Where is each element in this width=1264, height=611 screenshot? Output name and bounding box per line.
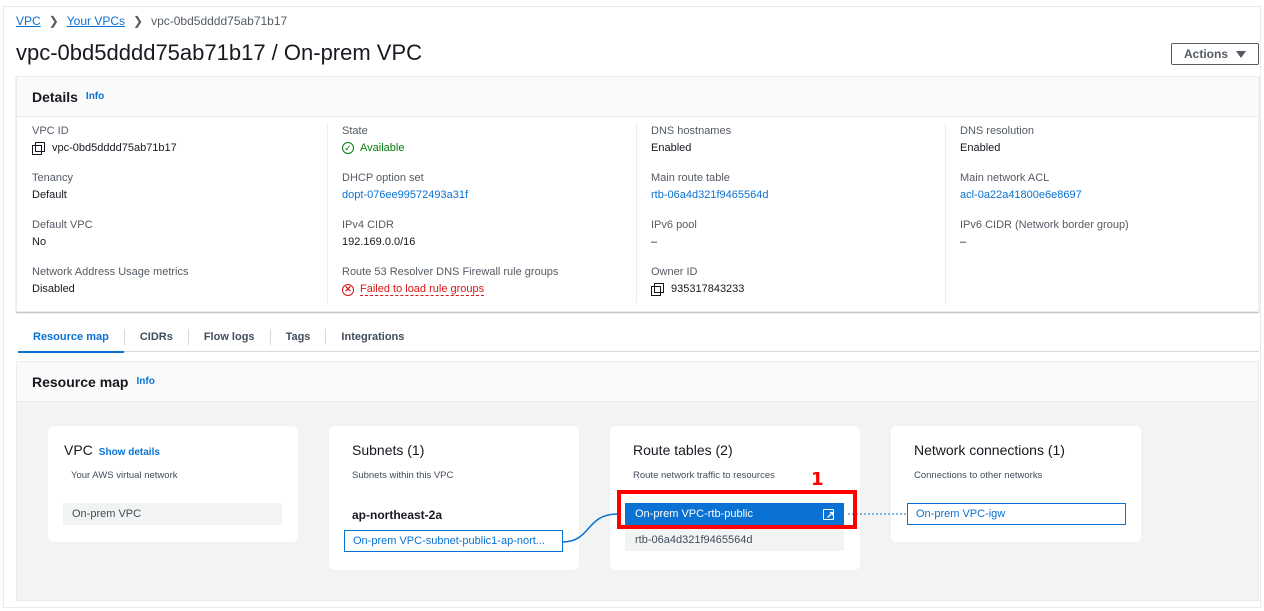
resource-map-info-link[interactable]: Info [136,376,154,387]
tab-bar: Resource map CIDRs Flow logs Tags Integr… [18,322,1259,353]
field-label: Network Address Usage metrics [32,266,189,278]
chevron-right-icon: ❯ [133,14,144,28]
field-owner-id: Owner ID 935317843233 [651,266,951,296]
show-details-link[interactable]: Show details [99,447,160,458]
field-ipv4-cidr: IPv4 CIDR 192.169.0.0/16 [342,219,642,248]
field-label: Owner ID [651,266,698,278]
vpc-item[interactable]: On-prem VPC [63,503,282,525]
field-label: IPv4 CIDR [342,219,394,231]
field-ipv6-pool: IPv6 pool – [651,219,951,248]
tab-cidrs[interactable]: CIDRs [125,328,189,345]
main-acl-link[interactable]: acl-0a22a41800e6e8697 [960,189,1260,201]
resource-map-title: Resource map [32,373,129,390]
r53-error-value[interactable]: Failed to load rule groups [360,283,485,296]
vpc-card-title: VPC Show details [64,442,160,458]
vpc-card: VPC Show details Your AWS virtual networ… [48,426,298,542]
field-state: State ✓ Available [342,125,642,154]
field-label: Default VPC [32,219,93,231]
field-ipv6-cidr: IPv6 CIDR (Network border group) – [960,219,1260,248]
details-panel: Details Info VPC ID vpc-0bd5dddd75ab71b1… [16,76,1259,312]
field-value: Default [32,189,67,201]
state-value: Available [360,142,405,154]
annotation-number: 1 [811,469,824,490]
subnet-item[interactable]: On-prem VPC-subnet-public1-ap-nort... [344,530,563,552]
chevron-right-icon: ❯ [48,14,59,28]
internet-gateway-item[interactable]: On-prem VPC-igw [907,503,1126,525]
vpc-id-value: vpc-0bd5dddd75ab71b17 [52,142,177,154]
annotation-highlight-box [617,490,857,529]
field-default-vpc: Default VPC No [32,219,332,248]
details-header: Details Info [17,77,1258,117]
main-rt-link[interactable]: rtb-06a4d321f9465564d [651,189,951,201]
field-label: DNS hostnames [651,125,732,137]
field-dhcp: DHCP option set dopt-076ee99572493a31f [342,172,642,201]
field-main-acl: Main network ACL acl-0a22a41800e6e8697 [960,172,1260,201]
vpc-card-subtitle: Your AWS virtual network [71,470,178,481]
field-value: – [960,236,967,248]
route-table-item[interactable]: rtb-06a4d321f9465564d [625,529,844,551]
field-label: Main network ACL [960,172,1050,184]
details-title: Details [32,88,78,105]
tab-tags[interactable]: Tags [271,328,327,345]
page-title: vpc-0bd5dddd75ab71b17 / On-prem VPC [16,40,423,65]
field-vpc-id: VPC ID vpc-0bd5dddd75ab71b17 [32,125,332,155]
route-tables-card-title: Route tables (2) [633,442,733,458]
field-main-rt: Main route table rtb-06a4d321f9465564d [651,172,951,201]
field-label: VPC ID [32,125,69,137]
network-connections-card-title: Network connections (1) [914,442,1065,458]
field-nau-metrics: Network Address Usage metrics Disabled [32,266,332,295]
field-value: – [651,236,658,248]
field-value: Disabled [32,283,75,295]
field-value: vpc-0bd5dddd75ab71b17 [32,142,332,155]
actions-label: Actions [1183,47,1228,61]
field-value: No [32,236,47,248]
field-value: 935317843233 [651,283,951,296]
field-label: DNS resolution [960,125,1034,137]
availability-zone-label: ap-northeast-2a [352,508,443,522]
breadcrumb-current: vpc-0bd5dddd75ab71b17 [151,14,288,28]
field-label: State [342,125,368,137]
field-tenancy: Tenancy Default [32,172,332,201]
owner-id-value: 935317843233 [671,283,745,295]
breadcrumb-vpc[interactable]: VPC [16,14,41,28]
dhcp-link[interactable]: dopt-076ee99572493a31f [342,189,642,201]
network-connections-card: Network connections (1) Connections to o… [891,426,1141,542]
route-tables-card-subtitle: Route network traffic to resources [633,470,775,481]
tab-resource-map[interactable]: Resource map [18,328,125,353]
field-value: Enabled [960,142,1001,154]
field-value[interactable]: ✕ Failed to load rule groups [342,283,642,296]
check-circle-icon: ✓ [342,142,354,154]
breadcrumb: VPC ❯ Your VPCs ❯ vpc-0bd5dddd75ab71b17 [16,14,287,28]
network-connections-card-subtitle: Connections to other networks [914,470,1043,481]
vpc-card-heading: VPC [64,442,93,458]
field-dns-hostnames: DNS hostnames Enabled [651,125,951,154]
subnets-card-title: Subnets (1) [352,442,425,458]
field-label: Tenancy [32,172,73,184]
field-dns-resolution: DNS resolution Enabled [960,125,1260,154]
tab-integrations[interactable]: Integrations [326,329,419,345]
subnets-card: Subnets (1) Subnets within this VPC ap-n… [329,426,579,570]
field-value: 192.169.0.0/16 [342,236,416,248]
field-value: ✓ Available [342,142,642,154]
breadcrumb-your-vpcs[interactable]: Your VPCs [67,14,125,28]
resource-map-header: Resource map Info [17,362,1258,402]
field-r53: Route 53 Resolver DNS Firewall rule grou… [342,266,642,296]
resource-map-panel: Resource map Info VPC Show details Your … [16,361,1259,601]
field-label: IPv6 CIDR (Network border group) [960,219,1129,231]
field-label: DHCP option set [342,172,424,184]
field-value: Enabled [651,142,692,154]
copy-icon[interactable] [32,142,45,155]
actions-button[interactable]: Actions [1171,43,1259,65]
tab-flow-logs[interactable]: Flow logs [189,328,271,345]
field-label: Route 53 Resolver DNS Firewall rule grou… [342,266,559,278]
copy-icon[interactable] [651,283,664,296]
field-label: IPv6 pool [651,219,697,231]
error-circle-icon: ✕ [342,283,354,296]
subnets-card-subtitle: Subnets within this VPC [352,470,454,481]
details-info-link[interactable]: Info [86,91,104,102]
caret-down-icon [1236,50,1246,58]
field-label: Main route table [651,172,730,184]
